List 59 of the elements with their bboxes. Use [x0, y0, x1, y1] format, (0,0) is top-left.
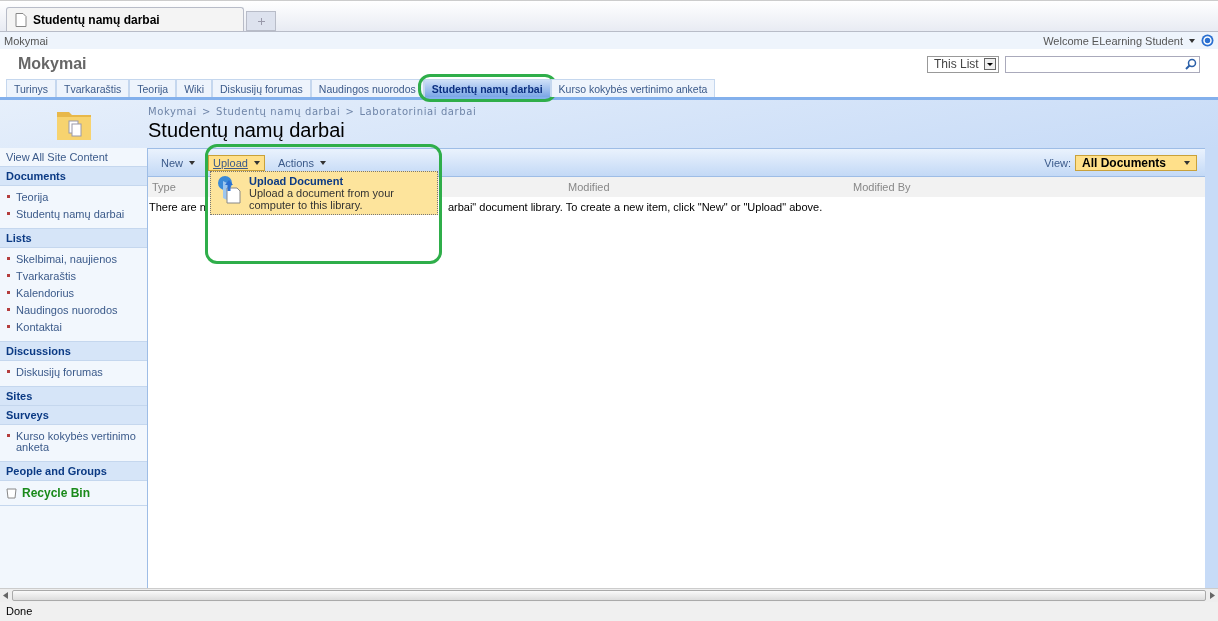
caret-icon	[1184, 160, 1190, 165]
help-icon[interactable]	[1201, 34, 1214, 47]
welcome-menu[interactable]: Welcome ELearning Student	[1043, 34, 1183, 47]
nav-tab[interactable]: Tvarkaraštis	[56, 79, 130, 97]
sidebar-item[interactable]: Naudingos nuorodos	[0, 302, 147, 319]
caret-icon	[189, 160, 195, 165]
browser-tab[interactable]: Studentų namų darbai	[6, 7, 244, 31]
breadcrumb-separator: >	[345, 106, 355, 117]
site-title: Mokymai	[18, 55, 87, 73]
horizontal-scrollbar[interactable]	[0, 588, 1218, 602]
search-scope-dropdown[interactable]: This List	[927, 55, 999, 73]
dropdown-icon	[984, 58, 996, 70]
bin-icon	[6, 487, 17, 499]
sidebar-item[interactable]: Studentų namų darbai	[0, 206, 147, 223]
page-title: Studentų namų darbai	[148, 119, 346, 142]
toolbar-menu-button[interactable]: Actions	[272, 154, 331, 171]
sidebar-item[interactable]: Kalendorius	[0, 285, 147, 302]
caret-icon	[253, 160, 260, 165]
view-label: View:	[1044, 156, 1071, 169]
sidebar-heading[interactable]: Lists	[0, 229, 147, 248]
menu-item-title: Upload Document	[249, 175, 345, 187]
page-icon	[15, 12, 27, 27]
nav-tab[interactable]: Turinys	[6, 79, 57, 97]
nav-tab[interactable]: Naudingos nuorodos	[310, 79, 424, 97]
sidebar-item[interactable]: Kurso kokybės vertinimo anketa	[0, 428, 147, 456]
search-icon[interactable]	[1183, 56, 1199, 72]
sidebar-item[interactable]: Diskusijų forumas	[0, 364, 147, 381]
toolbar-menu-button[interactable]: New	[156, 154, 200, 171]
nav-tab[interactable]: Kurso kokybės vertinimo anketa	[550, 79, 716, 97]
nav-tab[interactable]: Studentų namų darbai	[423, 79, 551, 97]
breadcrumb-separator: >	[201, 106, 211, 117]
sidebar-heading[interactable]: Sites	[0, 387, 147, 406]
caret-icon	[319, 160, 326, 165]
plus-icon	[257, 17, 265, 25]
search-field[interactable]	[1005, 55, 1200, 73]
caret-icon	[1189, 38, 1195, 43]
sidebar-heading[interactable]: People and Groups	[0, 462, 147, 481]
nav-tab[interactable]: Diskusijų forumas	[212, 79, 311, 97]
empty-library-message: There are n	[149, 201, 206, 213]
upload-menu[interactable]: Upload Document Upload a document from your computer to this library.	[210, 171, 438, 215]
sidebar-item[interactable]: Tvarkaraštis	[0, 268, 147, 285]
left-arrow-icon[interactable]	[3, 592, 8, 599]
menu-item-description: Upload a document from your computer to this library.	[249, 187, 395, 211]
view-dropdown[interactable]: All Documents	[1075, 154, 1197, 171]
nav-tab[interactable]: Wiki	[176, 79, 212, 97]
sidebar-item[interactable]: Teorija	[0, 189, 147, 206]
toolbar-menu-button[interactable]: Upload	[208, 154, 265, 171]
sidebar-item[interactable]: Kontaktai	[0, 319, 147, 336]
sidebar-heading[interactable]: Documents	[0, 167, 147, 186]
site-link[interactable]: Mokymai	[4, 34, 48, 47]
status-text: Done	[0, 602, 1218, 621]
upload-icon	[217, 175, 241, 205]
nav-tab[interactable]: Teorija	[129, 79, 177, 97]
sidebar-heading[interactable]: Discussions	[0, 342, 147, 361]
sidebar-heading[interactable]: Surveys	[0, 406, 147, 425]
sidebar-item[interactable]: Skelbimai, naujienos	[0, 251, 147, 268]
recycle-bin-link[interactable]: Recycle Bin	[22, 486, 91, 500]
right-arrow-icon[interactable]	[1210, 592, 1215, 599]
empty-library-message: arbai" document library. To create a new item, click "New" or "Upload" above.	[447, 201, 823, 213]
